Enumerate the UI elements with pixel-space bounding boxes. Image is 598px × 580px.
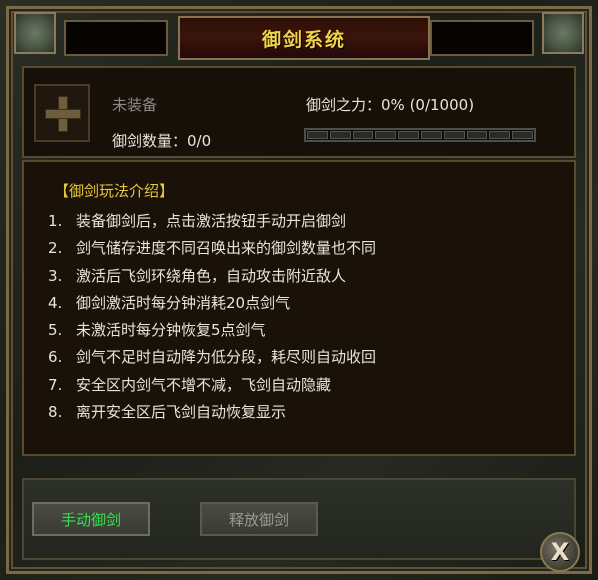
rule-item: 5. 未激活时每分钟恢复5点剑气 bbox=[48, 317, 376, 344]
progress-segment bbox=[329, 131, 351, 139]
sword-equip-slot[interactable] bbox=[34, 84, 90, 142]
corner-ornament-right bbox=[542, 12, 584, 54]
rule-item: 8. 离开安全区后飞剑自动恢复显示 bbox=[48, 399, 376, 426]
rule-item: 4. 御剑激活时每分钟消耗20点剑气 bbox=[48, 290, 376, 317]
rule-text: 安全区内剑气不增不减，飞剑自动隐藏 bbox=[76, 375, 332, 394]
header-slot-right bbox=[430, 20, 534, 56]
progress-segment bbox=[352, 131, 374, 139]
progress-segment bbox=[398, 131, 419, 139]
rule-text: 御剑激活时每分钟消耗20点剑气 bbox=[76, 293, 291, 312]
plus-icon bbox=[45, 96, 81, 132]
progress-segment bbox=[512, 131, 533, 139]
equip-status: 未装备 bbox=[112, 96, 158, 114]
progress-segment bbox=[489, 131, 511, 139]
rule-item: 1. 装备御剑后，点击激活按钮手动开启御剑 bbox=[48, 208, 376, 235]
progress-segment bbox=[375, 131, 397, 139]
rule-item: 6. 剑气不足时自动降为低分段，耗尽则自动收回 bbox=[48, 344, 376, 371]
sword-power-label: 御剑之力：0% (0/1000) bbox=[306, 96, 475, 114]
rule-item: 3. 激活后飞剑环绕角色，自动攻击附近敌人 bbox=[48, 263, 376, 290]
sword-count-label: 御剑数量：0/0 bbox=[112, 132, 212, 150]
rule-number: 7. bbox=[48, 375, 63, 394]
rule-number: 3. bbox=[48, 266, 63, 285]
rule-text: 激活后飞剑环绕角色，自动攻击附近敌人 bbox=[76, 266, 347, 285]
rule-text: 未激活时每分钟恢复5点剑气 bbox=[76, 321, 266, 340]
rule-number: 8. bbox=[48, 403, 63, 422]
progress-segment bbox=[307, 131, 328, 139]
rule-text: 装备御剑后，点击激活按钮手动开启御剑 bbox=[76, 212, 347, 230]
rule-item: 7. 安全区内剑气不增不减，飞剑自动隐藏 bbox=[48, 372, 376, 399]
equip-panel: 未装备 御剑数量：0/0 御剑之力：0% (0/1000) bbox=[22, 66, 576, 158]
corner-ornament-left bbox=[14, 12, 56, 54]
rule-number: 2. bbox=[48, 239, 63, 258]
rules-list: 1. 装备御剑后，点击激活按钮手动开启御剑 2. 剑气储存进度不同召唤出来的御剑数量… bbox=[48, 208, 376, 426]
release-sword-button[interactable]: 释放御剑 bbox=[200, 502, 318, 536]
rule-number: 5. bbox=[48, 321, 63, 340]
close-button[interactable]: X bbox=[540, 532, 580, 572]
header-slot-left bbox=[64, 20, 168, 56]
rule-number: 4. bbox=[48, 293, 63, 312]
progress-segment bbox=[443, 131, 465, 139]
intro-title: 【御剑玩法介绍】 bbox=[54, 182, 175, 200]
rule-number: 6. bbox=[48, 348, 63, 367]
window-title: 御剑系统 bbox=[261, 28, 346, 51]
rule-text: 剑气不足时自动降为低分段，耗尽则自动收回 bbox=[76, 348, 377, 367]
rule-text: 剑气储存进度不同召唤出来的御剑数量也不同 bbox=[76, 239, 377, 258]
close-icon: X bbox=[550, 538, 570, 566]
rule-number: 1. bbox=[48, 212, 63, 230]
rule-item: 2. 剑气储存进度不同召唤出来的御剑数量也不同 bbox=[48, 235, 376, 262]
intro-panel: 【御剑玩法介绍】 1. 装备御剑后，点击激活按钮手动开启御剑 2. 剑气储存进度不同… bbox=[22, 160, 576, 456]
sword-system-window: 御剑系统 未装备 御剑数量：0/0 御剑之力：0% (0/1000) 【御剑玩法… bbox=[0, 0, 598, 580]
progress-segment bbox=[420, 131, 442, 139]
rule-text: 离开安全区后飞剑自动恢复显示 bbox=[76, 403, 287, 422]
progress-segment bbox=[466, 131, 488, 139]
title-bar: 御剑系统 bbox=[178, 16, 430, 60]
manual-sword-button[interactable]: 手动御剑 bbox=[32, 502, 150, 536]
sword-power-progress-bar bbox=[304, 128, 536, 142]
